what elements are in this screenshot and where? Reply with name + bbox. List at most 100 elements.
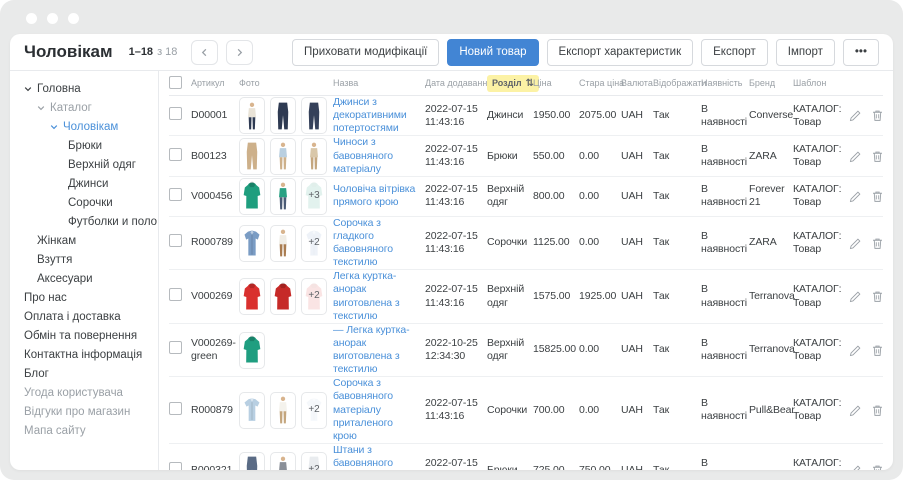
product-photo-thumbnail[interactable] — [270, 392, 296, 429]
row-checkbox[interactable] — [169, 462, 182, 470]
edit-button[interactable] — [849, 344, 862, 357]
column-header-display[interactable]: Відображати — [653, 78, 701, 88]
more-photos-badge[interactable]: +2 — [301, 225, 327, 262]
sidebar-item[interactable]: Про нас — [10, 288, 158, 307]
product-photo-thumbnail[interactable] — [270, 278, 296, 315]
delete-button[interactable] — [871, 237, 884, 250]
product-photo-thumbnail[interactable] — [239, 452, 265, 470]
row-checkbox[interactable] — [169, 341, 182, 354]
product-name-link[interactable]: Штани з бавовняного матеріалу прямого кр… — [333, 444, 398, 470]
product-photo-thumbnail[interactable] — [239, 392, 265, 429]
column-header-availability[interactable]: Наявність — [701, 78, 749, 88]
edit-button[interactable] — [849, 150, 862, 163]
product-photo-thumbnail[interactable] — [239, 97, 265, 134]
column-header-old-price[interactable]: Стара ціна — [579, 78, 621, 88]
more-photos-badge[interactable]: +3 — [301, 178, 327, 215]
product-name-link[interactable]: — Легка куртка-анорак виготовлена з текс… — [333, 324, 409, 375]
column-header-currency[interactable]: Валюта — [621, 78, 653, 88]
row-checkbox[interactable] — [169, 402, 182, 415]
import-button[interactable]: Імпорт — [776, 39, 835, 66]
column-header-date[interactable]: Дата додавання — [425, 78, 487, 88]
export-button[interactable]: Експорт — [701, 39, 768, 66]
sidebar-item[interactable]: Обмін та повернення — [10, 326, 158, 345]
row-checkbox[interactable] — [169, 288, 182, 301]
product-photo-thumbnail[interactable] — [270, 97, 296, 134]
column-header-photo[interactable]: Фото — [239, 78, 333, 88]
window-control-dot[interactable] — [68, 13, 79, 24]
product-photo-thumbnail[interactable] — [239, 278, 265, 315]
product-photo-thumbnail[interactable] — [270, 138, 296, 175]
product-photo-thumbnail[interactable] — [239, 332, 265, 369]
product-name-link[interactable]: Сорочка з бавовняного матеріалу притален… — [333, 377, 393, 442]
more-photos-badge[interactable]: +2 — [301, 392, 327, 429]
hide-modifications-button[interactable]: Приховати модифікації — [292, 39, 439, 66]
new-product-button[interactable]: Новий товар — [447, 39, 538, 66]
sidebar-item[interactable]: Оплата і доставка — [10, 307, 158, 326]
product-name-link[interactable]: Чиноси з бавовняного матеріалу — [333, 136, 393, 174]
column-header-sku[interactable]: Артикул — [191, 78, 239, 88]
product-photo-thumbnail[interactable] — [239, 138, 265, 175]
sidebar-item[interactable]: Відгуки про магазин — [10, 402, 158, 421]
column-header-name[interactable]: Назва — [333, 78, 425, 88]
delete-button[interactable] — [871, 290, 884, 303]
sidebar-item[interactable]: Блог — [10, 364, 158, 383]
edit-button[interactable] — [849, 290, 862, 303]
product-photo-thumbnail[interactable] — [239, 225, 265, 262]
edit-button[interactable] — [849, 404, 862, 417]
next-page-button[interactable] — [226, 40, 253, 65]
row-checkbox[interactable] — [169, 148, 182, 161]
edit-button[interactable] — [849, 109, 862, 122]
sidebar-item[interactable]: Головна — [10, 79, 158, 98]
more-photos-badge[interactable]: +2 — [301, 452, 327, 470]
product-photo-thumbnail[interactable] — [301, 138, 327, 175]
column-header-brand[interactable]: Бренд — [749, 78, 793, 88]
edit-button[interactable] — [849, 464, 862, 470]
prev-page-button[interactable] — [191, 40, 218, 65]
sidebar-item[interactable]: Брюки — [10, 136, 158, 155]
column-header-template[interactable]: Шаблон — [793, 78, 849, 88]
product-name-link[interactable]: Легка куртка-анорак виготовлена з тексти… — [333, 270, 400, 321]
row-checkbox[interactable] — [169, 188, 182, 201]
product-photo-thumbnail[interactable] — [270, 452, 296, 470]
delete-button[interactable] — [871, 404, 884, 417]
photo-cell — [239, 97, 333, 134]
sidebar-item[interactable]: Угода користувача — [10, 383, 158, 402]
product-photo-thumbnail[interactable] — [301, 97, 327, 134]
edit-button[interactable] — [849, 237, 862, 250]
sidebar-item[interactable]: Мапа сайту — [10, 421, 158, 440]
name-cell: — Легка куртка-анорак виготовлена з текс… — [333, 324, 425, 377]
sidebar-item[interactable]: Взуття — [10, 250, 158, 269]
more-photos-badge[interactable]: +2 — [301, 278, 327, 315]
sidebar-item[interactable]: Чоловікам — [10, 117, 158, 136]
delete-button[interactable] — [871, 150, 884, 163]
sidebar-item[interactable]: Верхній одяг — [10, 155, 158, 174]
column-header-section[interactable]: Розділ⇅ — [487, 75, 533, 92]
select-all-checkbox[interactable] — [169, 76, 182, 89]
product-photo-thumbnail[interactable] — [270, 225, 296, 262]
sidebar-item[interactable]: Каталог — [10, 98, 158, 117]
sidebar-item[interactable]: Контактна інформація — [10, 345, 158, 364]
more-actions-button[interactable]: ••• — [843, 39, 879, 66]
sidebar-item[interactable]: Жінкам — [10, 231, 158, 250]
delete-button[interactable] — [871, 109, 884, 122]
window-control-dot[interactable] — [47, 13, 58, 24]
product-photo-thumbnail[interactable] — [239, 178, 265, 215]
delete-button[interactable] — [871, 190, 884, 203]
window-control-dot[interactable] — [26, 13, 37, 24]
product-name-link[interactable]: Джинси з декоративними потертостями — [333, 96, 407, 134]
edit-button[interactable] — [849, 190, 862, 203]
row-checkbox[interactable] — [169, 234, 182, 247]
delete-button[interactable] — [871, 344, 884, 357]
sidebar-item[interactable]: Джинси — [10, 174, 158, 193]
product-name-link[interactable]: Чоловіча вітрівка прямого крою — [333, 183, 415, 208]
sidebar-item[interactable]: Сорочки — [10, 193, 158, 212]
export-characteristics-button[interactable]: Експорт характеристик — [547, 39, 694, 66]
row-checkbox[interactable] — [169, 107, 182, 120]
product-name-link[interactable]: Сорочка з гладкого бавовняного текстилю — [333, 217, 393, 268]
sidebar-item[interactable]: Аксесуари — [10, 269, 158, 288]
product-photo-thumbnail[interactable] — [270, 178, 296, 215]
template-cell: КАТАЛОГ: Товар — [793, 397, 849, 423]
sidebar-item[interactable]: Футболки и поло — [10, 212, 158, 231]
column-header-price[interactable]: Ціна — [533, 78, 579, 88]
delete-button[interactable] — [871, 464, 884, 470]
